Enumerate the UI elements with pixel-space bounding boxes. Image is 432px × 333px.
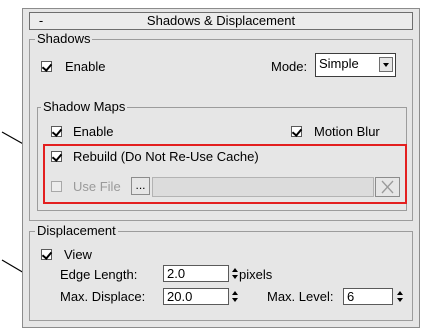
mode-value: Simple (319, 56, 359, 71)
shadows-group-label: Shadows (35, 31, 93, 46)
shadows-enable-label: Enable (65, 59, 106, 74)
use-file-label: Use File (73, 179, 121, 194)
rollout-panel: - Shadows & Displacement Shadows Enable … (0, 0, 432, 333)
shadow-maps-enable-label: Enable (73, 124, 114, 139)
displacement-view-label: View (64, 247, 92, 262)
use-file-checkbox[interactable] (51, 181, 62, 192)
mode-dropdown[interactable]: Simple (315, 53, 396, 77)
displacement-group-label: Displacement (35, 223, 118, 238)
displacement-view-checkbox[interactable] (41, 249, 52, 260)
rollout-collapse-toggle[interactable]: - (36, 13, 46, 29)
motion-blur-label: Motion Blur (314, 124, 380, 139)
file-path-field[interactable] (152, 177, 374, 197)
edge-length-unit: pixels (239, 267, 273, 282)
rebuild-label: Rebuild (Do Not Re-Use Cache) (73, 149, 259, 164)
shadows-enable-checkbox[interactable] (41, 61, 52, 72)
max-level-input[interactable]: 6 (343, 288, 393, 305)
rollout-header[interactable]: - Shadows & Displacement (29, 12, 413, 30)
browse-file-button[interactable]: ... (131, 177, 150, 195)
max-displace-input[interactable]: 20.0 (163, 288, 229, 305)
clear-file-button[interactable] (375, 177, 400, 197)
spinner-icon[interactable] (231, 289, 240, 304)
edge-length-input[interactable]: 2.0 (163, 265, 229, 282)
max-displace-label: Max. Displace: (60, 289, 146, 304)
rebuild-checkbox[interactable] (51, 151, 62, 162)
chevron-down-icon[interactable] (379, 57, 393, 72)
edge-length-label: Edge Length: (60, 267, 138, 282)
x-icon (381, 180, 394, 194)
motion-blur-checkbox[interactable] (291, 126, 302, 137)
rollout-title: Shadows & Displacement (146, 13, 296, 28)
spinner-icon[interactable] (396, 289, 405, 304)
mode-label: Mode: (271, 59, 308, 74)
max-level-label: Max. Level: (267, 289, 334, 304)
shadow-maps-enable-checkbox[interactable] (51, 126, 62, 137)
shadows-displacement-rollout: - Shadows & Displacement Shadows Enable … (22, 8, 420, 328)
shadow-maps-group-label: Shadow Maps (41, 99, 128, 114)
